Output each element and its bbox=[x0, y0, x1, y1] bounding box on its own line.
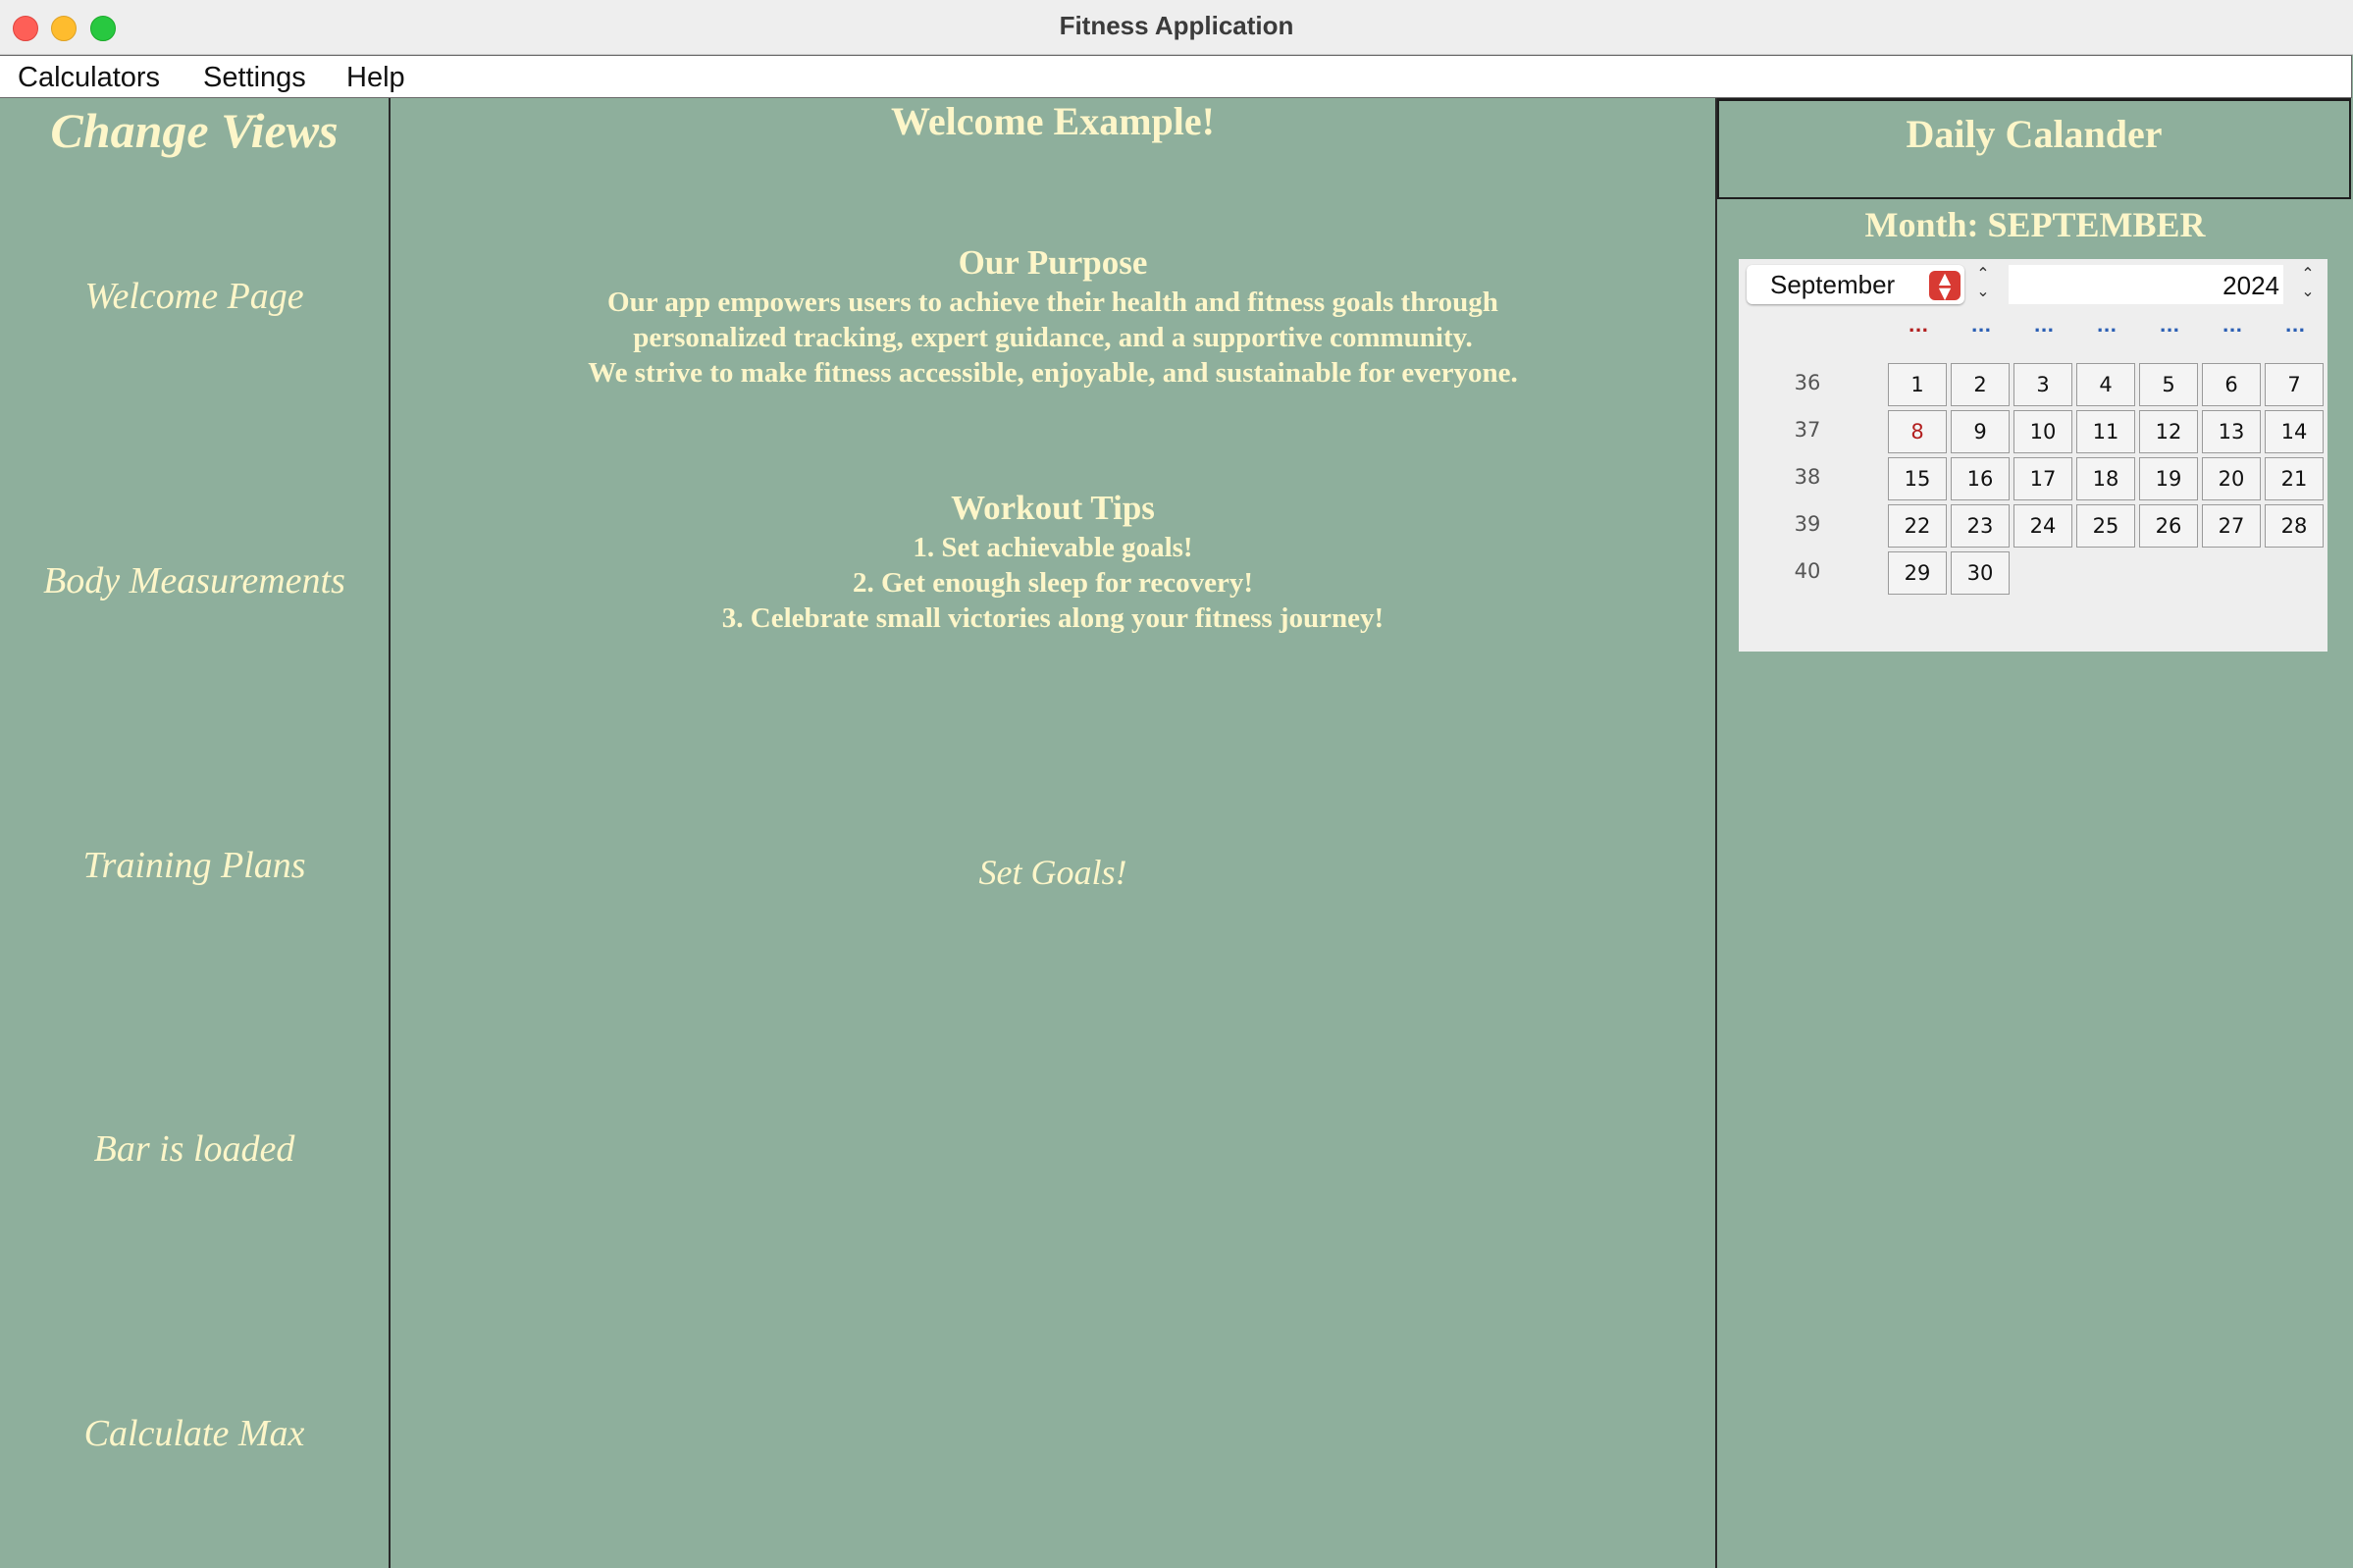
day-header: ... bbox=[2096, 316, 2118, 337]
week-number: 39 bbox=[1794, 512, 1821, 536]
week-number: 40 bbox=[1794, 559, 1821, 583]
day-header: ... bbox=[1970, 316, 1992, 337]
week-number: 38 bbox=[1794, 465, 1821, 489]
day-button[interactable]: 6 bbox=[2202, 363, 2261, 406]
welcome-heading: Welcome Example! bbox=[891, 99, 1215, 143]
week-number: 36 bbox=[1794, 371, 1821, 394]
day-button[interactable]: 30 bbox=[1951, 551, 2010, 595]
day-button[interactable]: 14 bbox=[2265, 410, 2324, 453]
week-number: 37 bbox=[1794, 418, 1821, 442]
day-button[interactable]: 19 bbox=[2139, 457, 2198, 500]
month-dropdown[interactable]: September ▲ ▼ bbox=[1747, 265, 1964, 304]
change-views-title: Change Views bbox=[50, 103, 339, 158]
menu-calculators[interactable]: Calculators bbox=[18, 62, 160, 94]
day-button[interactable]: 21 bbox=[2265, 457, 2324, 500]
day-button[interactable]: 3 bbox=[2013, 363, 2072, 406]
nav-calculate-max[interactable]: Calculate Max bbox=[0, 1412, 389, 1455]
menu-bar: Calculators Settings Help bbox=[0, 55, 2352, 98]
day-button[interactable]: 28 bbox=[2265, 504, 2324, 548]
day-button-today[interactable]: 8 bbox=[1888, 410, 1947, 453]
month-dropdown-value: September bbox=[1770, 270, 1896, 299]
day-button[interactable]: 2 bbox=[1951, 363, 2010, 406]
purpose-title: Our Purpose bbox=[958, 243, 1148, 282]
day-header: ... bbox=[2033, 316, 2055, 337]
menu-help[interactable]: Help bbox=[346, 62, 405, 94]
day-button[interactable]: 11 bbox=[2076, 410, 2135, 453]
day-button[interactable]: 12 bbox=[2139, 410, 2198, 453]
month-label: Month: SEPTEMBER bbox=[1864, 205, 2206, 244]
day-header: ... bbox=[2159, 316, 2180, 337]
day-button[interactable]: 17 bbox=[2013, 457, 2072, 500]
chevron-up-down-icon[interactable]: ▲ ▼ bbox=[1929, 271, 1961, 301]
window-title-bar: Fitness Application bbox=[0, 0, 2353, 55]
day-header: ... bbox=[2284, 316, 2306, 337]
month-spinner[interactable]: ⌃ ⌄ bbox=[1972, 265, 1994, 304]
day-button[interactable]: 4 bbox=[2076, 363, 2135, 406]
day-button[interactable]: 10 bbox=[2013, 410, 2072, 453]
day-button[interactable]: 22 bbox=[1888, 504, 1947, 548]
day-button[interactable]: 27 bbox=[2202, 504, 2261, 548]
daily-calendar-panel: Daily Calander Month: SEPTEMBER Septembe… bbox=[1717, 98, 2353, 1568]
day-button[interactable]: 9 bbox=[1951, 410, 2010, 453]
year-field[interactable]: 2024 bbox=[2009, 265, 2283, 304]
day-button[interactable]: 18 bbox=[2076, 457, 2135, 500]
day-button[interactable]: 13 bbox=[2202, 410, 2261, 453]
purpose-line-1: Our app empowers users to achieve their … bbox=[607, 287, 1498, 318]
day-button[interactable]: 15 bbox=[1888, 457, 1947, 500]
date-chooser: September ▲ ▼ ⌃ ⌄ 2024 ⌃ ⌄ ... ... ... ... … bbox=[1739, 259, 2327, 652]
set-goals-link[interactable]: Set Goals! bbox=[391, 852, 1715, 893]
welcome-panel: Welcome Example! Our Purpose Our app emp… bbox=[391, 98, 1717, 1568]
day-button[interactable]: 25 bbox=[2076, 504, 2135, 548]
day-button[interactable]: 5 bbox=[2139, 363, 2198, 406]
workout-tips-title: Workout Tips bbox=[951, 489, 1155, 527]
calendar-header: Daily Calander bbox=[1717, 98, 2351, 199]
day-button[interactable]: 7 bbox=[2265, 363, 2324, 406]
nav-training-plans[interactable]: Training Plans bbox=[0, 844, 389, 887]
window-title: Fitness Application bbox=[1059, 11, 1294, 40]
nav-bar-is-loaded[interactable]: Bar is loaded bbox=[0, 1127, 389, 1171]
day-button[interactable]: 23 bbox=[1951, 504, 2010, 548]
tip-line-3: 3. Celebrate small victories along your … bbox=[721, 602, 1385, 634]
day-button[interactable]: 24 bbox=[2013, 504, 2072, 548]
tip-line-2: 2. Get enough sleep for recovery! bbox=[852, 567, 1254, 599]
tip-line-1: 1. Set achievable goals! bbox=[913, 532, 1193, 563]
day-button[interactable]: 29 bbox=[1888, 551, 1947, 595]
year-value: 2024 bbox=[2222, 271, 2279, 300]
menu-settings[interactable]: Settings bbox=[203, 62, 306, 94]
day-button[interactable]: 26 bbox=[2139, 504, 2198, 548]
year-spinner[interactable]: ⌃ ⌄ bbox=[2297, 265, 2319, 304]
change-views-panel: Change Views Welcome Page Body Measureme… bbox=[0, 98, 391, 1568]
day-header: ... bbox=[1908, 316, 1929, 337]
day-button[interactable]: 1 bbox=[1888, 363, 1947, 406]
day-button[interactable]: 16 bbox=[1951, 457, 2010, 500]
nav-body-measurements[interactable]: Body Measurements bbox=[0, 559, 389, 602]
nav-welcome-page[interactable]: Welcome Page bbox=[0, 275, 389, 318]
purpose-line-3: We strive to make fitness accessible, en… bbox=[588, 357, 1518, 389]
calendar-header-title: Daily Calander bbox=[1906, 112, 2163, 156]
day-button[interactable]: 20 bbox=[2202, 457, 2261, 500]
day-header: ... bbox=[2222, 316, 2243, 337]
purpose-line-2: personalized tracking, expert guidance, … bbox=[633, 322, 1473, 353]
